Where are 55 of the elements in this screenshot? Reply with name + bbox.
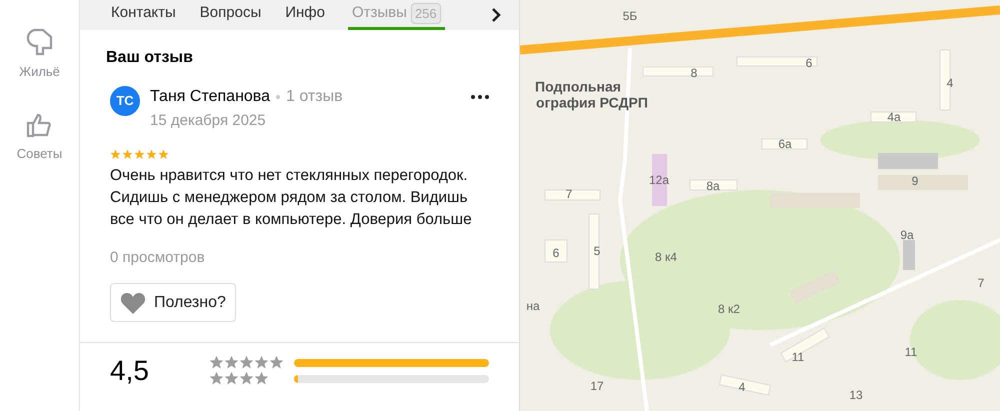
map-label: ография РСДРП: [536, 94, 648, 112]
tab[interactable]: Инфо: [284, 0, 326, 30]
map-label: 4а: [887, 109, 901, 126]
star-icon: [209, 355, 224, 370]
star-icon: [209, 371, 224, 386]
star-icon: [146, 148, 157, 160]
count-badge: 256: [410, 2, 441, 24]
thumbs-up-icon: [26, 112, 52, 138]
map-label: 9а: [900, 227, 914, 244]
star-icon: [254, 355, 269, 370]
map-label: 4: [738, 379, 746, 396]
author-review-count: 1 отзыв: [286, 87, 343, 107]
review-text: Очень нравится что нет стеклянных перегородок. Сидишь с менеджером рядом за столом. Видишь все что он делает в компьютере. Доверия больше: [110, 166, 473, 230]
star-icon: [224, 355, 239, 370]
map-label: 8 к2: [718, 301, 740, 318]
view-count: 0 просмотров: [110, 248, 206, 268]
star-icon: [110, 148, 121, 160]
helpful-button[interactable]: Полезно?: [110, 283, 236, 322]
map-label: 5: [594, 243, 600, 260]
map-label: 6а: [778, 136, 792, 153]
map-label: 7: [566, 186, 572, 203]
tab[interactable]: Вопросы: [198, 0, 262, 30]
map-label: 11: [904, 344, 918, 361]
map-label: 11: [792, 349, 804, 366]
star-icon: [239, 355, 254, 370]
star-icon: [254, 371, 269, 386]
author-name[interactable]: Таня Степанова: [150, 85, 270, 109]
map-label: Подпольная: [535, 78, 621, 96]
star-icon: [224, 371, 239, 386]
map-label: на: [526, 298, 540, 315]
section-heading: Ваш отзыв: [106, 48, 194, 68]
chevron-right-icon[interactable]: [491, 8, 501, 22]
map-label: 13: [849, 387, 863, 404]
map-label: 8: [690, 65, 698, 82]
more-options-icon[interactable]: [471, 95, 489, 99]
star-icon: [239, 371, 254, 386]
star-icon: [269, 355, 284, 370]
rating-score: 4,5: [110, 355, 150, 386]
map-label: 8 к4: [655, 249, 677, 266]
avatar: ТС: [110, 86, 140, 116]
map-label: 12а: [648, 172, 670, 189]
map-label: 5Б: [622, 8, 638, 25]
map-label: 17: [590, 378, 604, 395]
map-label: 6: [552, 245, 560, 262]
map-label: 7: [978, 275, 984, 292]
tab[interactable]: Контакты: [110, 0, 177, 30]
review-date: 15 декабря 2025: [150, 111, 267, 131]
map-label: 6: [806, 55, 812, 72]
heart-icon: [120, 290, 146, 314]
star-icon: [158, 148, 169, 160]
star-icon: [122, 148, 133, 160]
star-icon: [134, 148, 145, 160]
map-label: 9: [912, 173, 918, 190]
map-label: 8а: [706, 178, 720, 195]
map-label: 4: [946, 75, 954, 92]
